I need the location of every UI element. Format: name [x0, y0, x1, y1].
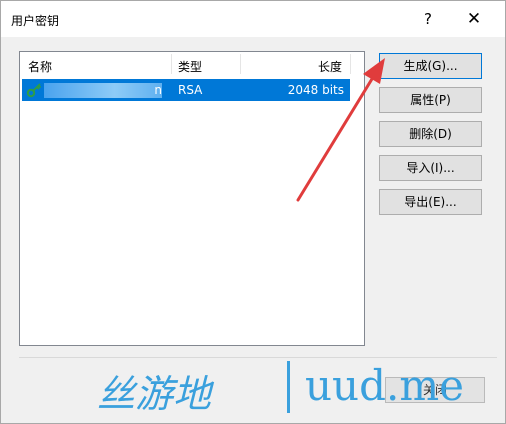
- red-arrow-annotation: [296, 58, 385, 202]
